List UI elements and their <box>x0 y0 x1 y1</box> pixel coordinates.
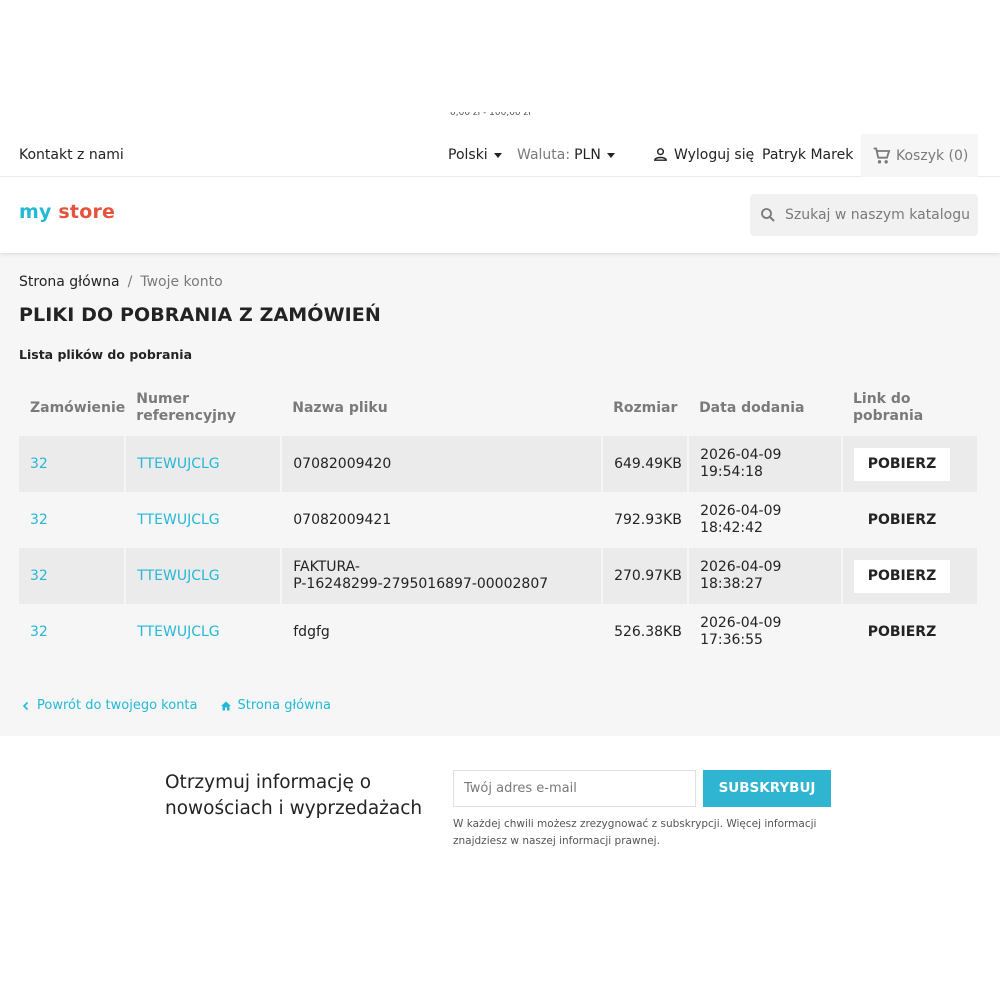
price-range-clipped: 0,00 zł - 100,00 zł <box>450 112 531 118</box>
contact-link[interactable]: Kontakt z nami <box>19 147 124 163</box>
table-header-row: Zamówienie Numer referencyjny Nazwa pliku… <box>19 380 977 436</box>
size-cell: 792.93KB <box>602 492 690 548</box>
logo-part-2: store <box>58 201 116 223</box>
filename-cell: fdgfg <box>281 604 604 660</box>
breadcrumb: Strona główna / Twoje konto <box>19 274 223 290</box>
site-header: my store Szukaj w naszym katalogu <box>0 177 1000 253</box>
currency-selector[interactable]: Waluta: PLN <box>517 147 615 163</box>
table-row: 32 TTEWUJCLG 07082009421 792.93KB 2026-0… <box>19 492 977 548</box>
store-logo[interactable]: my store <box>19 201 115 223</box>
table-row: 32 TTEWUJCLG 07082009420 649.49KB 2026-0… <box>19 436 977 492</box>
order-link[interactable]: 32 <box>30 456 48 472</box>
downloads-table: Zamówienie Numer referencyjny Nazwa pliku… <box>19 380 977 660</box>
header-order: Zamówienie <box>30 399 126 416</box>
page-subtitle: Lista plików do pobrania <box>19 347 193 362</box>
search-box[interactable]: Szukaj w naszym katalogu <box>750 194 978 236</box>
home-icon <box>220 701 231 710</box>
logout-link[interactable]: Wyloguj się <box>652 146 754 163</box>
currency-value: PLN <box>574 147 601 163</box>
header-date: Data dodania <box>699 399 805 416</box>
breadcrumb-current[interactable]: Twoje konto <box>140 274 222 290</box>
date-cell: 2026-04-09 18:42:42 <box>688 492 843 548</box>
date-cell: 2026-04-09 19:54:18 <box>688 436 843 492</box>
main-content: Strona główna / Twoje konto PLIKI DO POB… <box>0 253 1000 736</box>
cart-icon <box>873 147 891 163</box>
subscribe-button[interactable]: SUBSKRYBUJ <box>703 770 831 807</box>
table-row: 32 TTEWUJCLG fdgfg 526.38KB 2026-04-09 17… <box>19 604 977 660</box>
reference-link[interactable]: TTEWUJCLG <box>137 512 219 528</box>
logo-part-1: my <box>19 201 52 223</box>
user-icon <box>654 148 667 161</box>
size-cell: 649.49KB <box>602 436 690 492</box>
newsletter-title: Otrzymuj informację o nowościach i wyprz… <box>165 772 423 819</box>
header-size: Rozmiar <box>613 399 678 416</box>
home-link[interactable]: Strona główna <box>238 698 331 713</box>
reference-link[interactable]: TTEWUJCLG <box>137 456 219 472</box>
header-link: Link do pobrania <box>852 391 924 424</box>
reference-link[interactable]: TTEWUJCLG <box>137 624 219 640</box>
size-cell: 526.38KB <box>602 604 690 660</box>
order-link[interactable]: 32 <box>30 568 48 584</box>
language-selector[interactable]: Polski <box>448 147 502 163</box>
download-button[interactable]: POBIERZ <box>853 447 950 481</box>
date-cell: 2026-04-09 18:38:27 <box>688 548 843 604</box>
account-link[interactable]: Patryk Marek <box>762 147 853 163</box>
logout-label: Wyloguj się <box>674 146 755 163</box>
filename-cell: FAKTURA- P-16248299-2795016897-00002807 <box>281 548 604 604</box>
top-nav: Kontakt z nami Polski Waluta: PLN Wylogu… <box>0 134 1000 177</box>
account-footer-links: Powrót do twojego konta Strona główna <box>21 698 331 713</box>
reference-link[interactable]: TTEWUJCLG <box>137 568 219 584</box>
cart-label: Koszyk (0) <box>896 147 969 164</box>
filename-cell: 07082009420 <box>281 436 604 492</box>
breadcrumb-home[interactable]: Strona główna <box>19 274 120 290</box>
order-link[interactable]: 32 <box>30 624 48 640</box>
date-cell: 2026-04-09 17:36:55 <box>688 604 843 660</box>
currency-label: Waluta: <box>517 147 571 163</box>
table-row: 32 TTEWUJCLG FAKTURA- P-16248299-27950168… <box>19 548 977 604</box>
header-filename: Nazwa pliku <box>292 399 388 416</box>
order-link[interactable]: 32 <box>30 512 48 528</box>
filename-cell: 07082009421 <box>281 492 604 548</box>
caret-down-icon <box>493 152 502 158</box>
header-reference: Numer referencyjny <box>136 391 236 424</box>
download-button[interactable]: POBIERZ <box>854 504 950 537</box>
newsletter-note: W każdej chwili możesz zrezygnować z sub… <box>453 818 817 847</box>
chevron-left-icon <box>22 701 29 710</box>
download-button[interactable]: POBIERZ <box>854 616 950 649</box>
language-value: Polski <box>448 147 488 163</box>
size-cell: 270.97KB <box>602 548 690 604</box>
search-input[interactable]: Szukaj w naszym katalogu <box>785 207 970 223</box>
caret-down-icon <box>606 152 615 158</box>
cart-button[interactable]: Koszyk (0) <box>861 134 978 177</box>
newsletter-section: Otrzymuj informację o nowościach i wyprz… <box>0 736 1000 1000</box>
newsletter-email-input[interactable]: Twój adres e-mail <box>453 770 696 807</box>
download-button[interactable]: POBIERZ <box>853 559 950 593</box>
back-to-account-link[interactable]: Powrót do twojego konta <box>37 698 198 713</box>
breadcrumb-separator: / <box>127 274 133 290</box>
search-icon <box>761 208 775 222</box>
page-title: PLIKI DO POBRANIA Z ZAMÓWIEŃ <box>19 304 381 326</box>
